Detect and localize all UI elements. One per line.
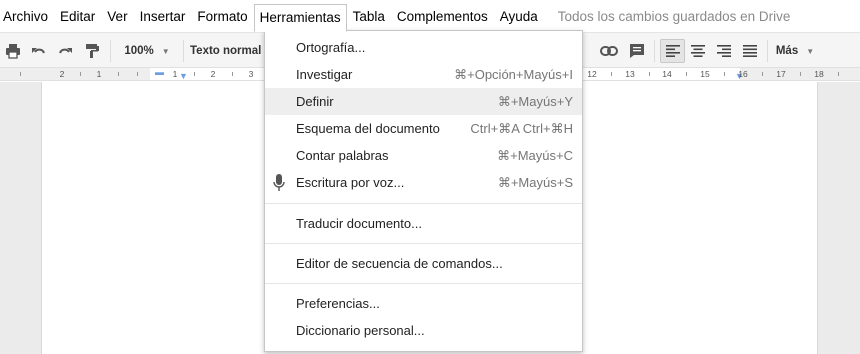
ruler-mark bbox=[838, 72, 839, 76]
menu-item-label: Contar palabras bbox=[296, 148, 389, 163]
ruler-tick: 15 bbox=[700, 69, 710, 79]
ruler-mark bbox=[800, 72, 801, 76]
menu-formato[interactable]: Formato bbox=[191, 4, 253, 30]
menu-item-label: Preferencias... bbox=[296, 296, 380, 311]
menu-item-shortcut: Ctrl+⌘A Ctrl+⌘H bbox=[470, 120, 573, 136]
menu-item-shortcut: ⌘+Mayús+Y bbox=[497, 93, 573, 109]
menu-item-investigar[interactable]: Investigar ⌘+Opción+Mayús+I bbox=[265, 61, 582, 88]
menu-item-label: Definir bbox=[296, 94, 334, 109]
tools-menu: Ortografía... Investigar ⌘+Opción+Mayús+… bbox=[264, 30, 583, 352]
more-button[interactable]: Más ▼ bbox=[774, 39, 816, 63]
toolbar-divider bbox=[654, 40, 655, 62]
comment-icon[interactable] bbox=[626, 39, 648, 63]
justify-icon[interactable] bbox=[739, 39, 761, 63]
menu-tabla[interactable]: Tabla bbox=[347, 4, 391, 30]
ruler-tick: 13 bbox=[625, 69, 635, 79]
menu-item-preferencias[interactable]: Preferencias... bbox=[265, 290, 582, 317]
ruler-tick: 1 bbox=[172, 69, 178, 79]
ruler-tick: 1 bbox=[96, 69, 102, 79]
menu-item-diccionario[interactable]: Diccionario personal... bbox=[265, 317, 582, 344]
menu-item-definir[interactable]: Definir ⌘+Mayús+Y bbox=[265, 88, 582, 115]
ruler-tick: 18 bbox=[814, 69, 824, 79]
paint-format-icon[interactable] bbox=[82, 39, 102, 63]
ruler-tick: 2 bbox=[59, 69, 65, 79]
menu-separator bbox=[265, 283, 582, 284]
ruler-margin-left bbox=[0, 68, 150, 80]
ruler-mark bbox=[20, 72, 21, 76]
menu-complementos[interactable]: Complementos bbox=[391, 4, 494, 30]
menu-herramientas[interactable]: Herramientas bbox=[253, 4, 347, 32]
align-left-icon[interactable] bbox=[660, 39, 685, 63]
menu-separator bbox=[265, 203, 582, 204]
align-right-icon[interactable] bbox=[713, 39, 735, 63]
menu-item-shortcut: ⌘+Mayús+S bbox=[497, 174, 573, 190]
ruler-mark bbox=[611, 72, 612, 76]
ruler-tick: 12 bbox=[587, 69, 597, 79]
toolbar-divider bbox=[110, 40, 111, 62]
menu-archivo[interactable]: Archivo bbox=[0, 4, 54, 30]
menu-ayuda[interactable]: Ayuda bbox=[494, 4, 544, 30]
toolbar-divider bbox=[767, 40, 768, 62]
align-center-icon[interactable] bbox=[687, 39, 709, 63]
ruler-mark bbox=[724, 72, 725, 76]
menu-ver[interactable]: Ver bbox=[101, 4, 133, 30]
microphone-icon bbox=[273, 174, 285, 191]
menu-item-ortografia[interactable]: Ortografía... bbox=[265, 34, 582, 61]
style-select[interactable]: Texto normal bbox=[190, 39, 266, 63]
ruler-mark bbox=[137, 72, 138, 76]
menu-item-label: Investigar bbox=[296, 67, 353, 82]
toolbar-divider bbox=[183, 40, 184, 62]
ruler-tick: 16 bbox=[738, 69, 748, 79]
menu-item-label: Traducir documento... bbox=[296, 216, 422, 231]
menu-item-label: Diccionario personal... bbox=[296, 323, 425, 338]
undo-icon[interactable] bbox=[29, 39, 49, 63]
redo-icon[interactable] bbox=[55, 39, 75, 63]
menu-item-label: Escritura por voz... bbox=[296, 175, 405, 190]
menu-item-shortcut: ⌘+Opción+Mayús+I bbox=[454, 66, 573, 82]
ruler-tick: 3 bbox=[248, 69, 254, 79]
ruler-mark bbox=[649, 72, 650, 76]
menu-bar: Archivo Editar Ver Insertar Formato Herr… bbox=[0, 0, 860, 32]
first-line-indent-marker[interactable]: ▬ bbox=[155, 68, 164, 77]
zoom-value: 100% bbox=[124, 45, 154, 57]
menu-item-label: Editor de secuencia de comandos... bbox=[296, 256, 503, 271]
save-status[interactable]: Todos los cambios guardados en Drive bbox=[558, 9, 791, 24]
ruler-mark bbox=[686, 72, 687, 76]
ruler-tick: 14 bbox=[662, 69, 672, 79]
ruler-tick: 2 bbox=[210, 69, 216, 79]
style-value: Texto normal bbox=[190, 45, 262, 57]
menu-item-esquema[interactable]: Esquema del documento Ctrl+⌘A Ctrl+⌘H bbox=[265, 115, 582, 142]
ruler-tick: 17 bbox=[776, 69, 786, 79]
menu-item-contar-palabras[interactable]: Contar palabras ⌘+Mayús+C bbox=[265, 142, 582, 169]
left-indent-marker[interactable]: ▼ bbox=[179, 72, 188, 81]
ruler-mark bbox=[232, 72, 233, 76]
print-icon[interactable] bbox=[3, 39, 23, 63]
chevron-down-icon: ▼ bbox=[161, 46, 170, 56]
menu-item-traducir[interactable]: Traducir documento... bbox=[265, 210, 582, 237]
menu-item-escritura-voz[interactable]: Escritura por voz... ⌘+Mayús+S bbox=[265, 169, 582, 196]
ruler-mark bbox=[762, 72, 763, 76]
more-label: Más bbox=[775, 45, 799, 57]
zoom-select[interactable]: 100% ▼ bbox=[118, 39, 176, 63]
menu-item-label: Esquema del documento bbox=[296, 121, 440, 136]
menu-item-editor-secuencia[interactable]: Editor de secuencia de comandos... bbox=[265, 250, 582, 277]
menu-item-label: Ortografía... bbox=[296, 40, 366, 55]
chevron-down-icon: ▼ bbox=[806, 46, 815, 56]
ruler-mark bbox=[118, 72, 119, 76]
link-icon[interactable] bbox=[597, 39, 621, 63]
menu-separator bbox=[265, 243, 582, 244]
menu-editar[interactable]: Editar bbox=[54, 4, 101, 30]
ruler-mark bbox=[194, 72, 195, 76]
menu-item-shortcut: ⌘+Mayús+C bbox=[497, 147, 573, 163]
ruler-mark bbox=[80, 72, 81, 76]
menu-insertar[interactable]: Insertar bbox=[134, 4, 192, 30]
